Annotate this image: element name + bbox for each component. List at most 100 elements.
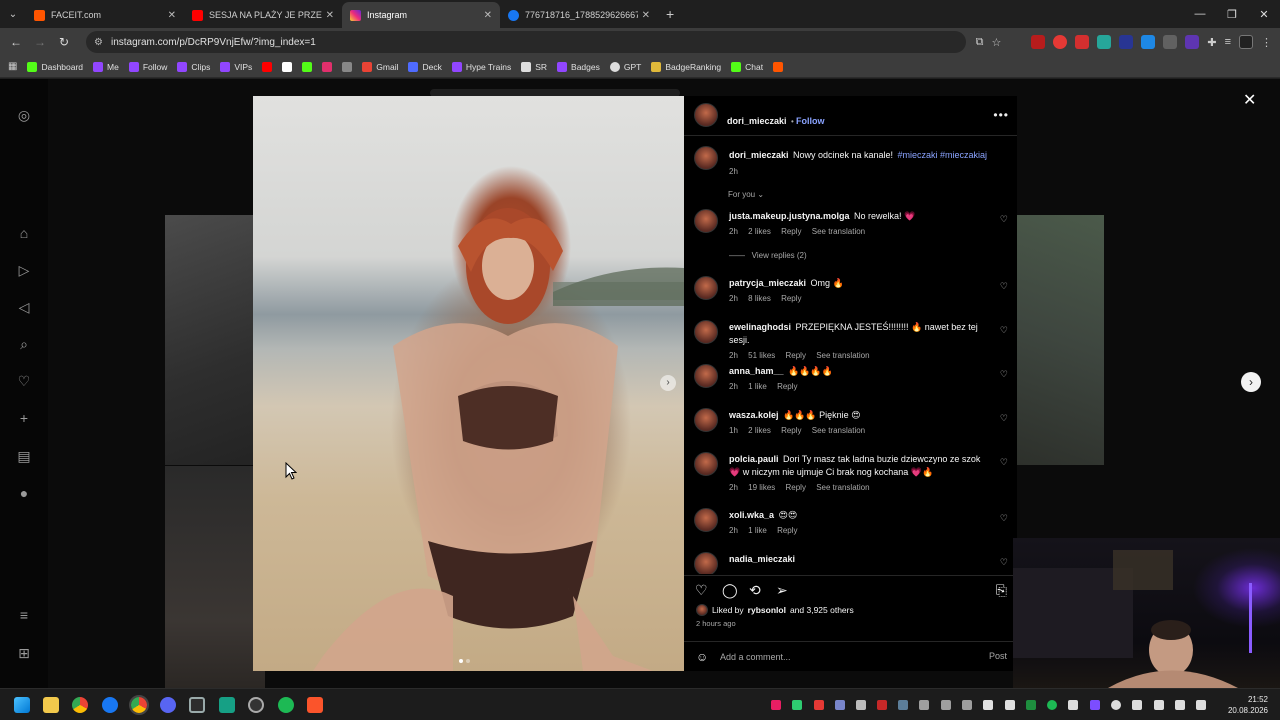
bookmark-link-icon[interactable]	[342, 61, 353, 72]
bookmark-item[interactable]: SR	[521, 61, 547, 72]
share-send-icon[interactable]: ➢	[776, 582, 788, 599]
close-modal-icon[interactable]: ✕	[1243, 90, 1256, 110]
see-translation-button[interactable]: See translation	[816, 351, 869, 360]
liker-username[interactable]: rybsonlol	[748, 605, 786, 615]
forward-icon[interactable]: →	[28, 35, 52, 49]
tray-icon[interactable]	[962, 700, 972, 710]
next-post-preview[interactable]	[1017, 215, 1104, 465]
chrome-icon[interactable]	[72, 697, 88, 713]
windows-start-icon[interactable]	[14, 697, 30, 713]
bookmark-item[interactable]: VIPs	[220, 61, 252, 72]
bookmark-instagram-icon[interactable]	[322, 61, 333, 72]
menu-icon[interactable]: ≡	[16, 607, 32, 623]
commenter-avatar[interactable]	[694, 320, 718, 344]
bookmark-item[interactable]: Clips	[177, 61, 210, 72]
spotify-tray-icon[interactable]	[1047, 700, 1057, 710]
tab-facebook[interactable]: 776718716_1788529626667560 ✕	[500, 2, 658, 28]
bookmark-item[interactable]: Chat	[731, 61, 763, 72]
caption-username[interactable]: dori_mieczaki	[729, 150, 789, 160]
commenter-username[interactable]: xoli.wka_a	[729, 510, 774, 520]
extension-icon[interactable]	[1185, 35, 1200, 49]
reload-icon[interactable]: ↻	[52, 35, 76, 49]
commenter-avatar[interactable]	[694, 408, 718, 432]
previous-post-preview[interactable]	[165, 215, 265, 465]
bookmark-x-icon[interactable]	[282, 61, 293, 72]
comment-likes[interactable]: 51 likes	[748, 351, 775, 360]
repost-icon[interactable]: ⟲	[749, 582, 761, 599]
instagram-logo-icon[interactable]: ◎	[16, 107, 32, 123]
new-tab-button[interactable]: +	[666, 6, 674, 22]
tray-icon[interactable]	[1111, 700, 1121, 710]
messages-icon[interactable]: ◁	[16, 299, 32, 315]
reply-button[interactable]: Reply	[781, 426, 801, 435]
tray-icon[interactable]	[792, 700, 802, 710]
notifications-heart-icon[interactable]: ♡	[16, 373, 32, 389]
extension-icon[interactable]	[1031, 35, 1046, 49]
app-icon[interactable]	[189, 697, 205, 713]
commenter-avatar[interactable]	[694, 364, 718, 388]
reply-button[interactable]: Reply	[777, 382, 797, 391]
liked-by-line[interactable]: Liked by rybsonlol and 3,925 others	[696, 604, 854, 616]
see-translation-button[interactable]: See translation	[812, 426, 865, 435]
extension-icon[interactable]	[1141, 35, 1156, 49]
bookmark-item[interactable]: Deck	[408, 61, 442, 72]
home-icon[interactable]: ⌂	[16, 225, 32, 241]
network-icon[interactable]	[1132, 700, 1142, 710]
reels-icon[interactable]: ▷	[16, 262, 32, 278]
like-comment-heart-icon[interactable]: ♡	[1000, 214, 1008, 225]
tab-faceit[interactable]: FACEIT.com ✕	[26, 2, 184, 28]
see-translation-button[interactable]: See translation	[812, 227, 865, 236]
close-window-icon[interactable]: ✕	[1248, 0, 1280, 28]
comment-sort-dropdown[interactable]: For you ⌄	[728, 190, 764, 199]
close-tab-icon[interactable]: ✕	[326, 10, 334, 21]
reply-button[interactable]: Reply	[786, 351, 806, 360]
view-replies-button[interactable]: —— View replies (2)	[729, 251, 807, 260]
commenter-username[interactable]: ewelinaghodsi	[729, 322, 791, 332]
more-options-icon[interactable]: •••	[993, 108, 1009, 122]
spotify-icon[interactable]	[278, 697, 294, 713]
tray-icon[interactable]	[1068, 700, 1078, 710]
like-comment-heart-icon[interactable]: ♡	[1000, 325, 1008, 336]
commenter-username[interactable]: patrycja_mieczaki	[729, 278, 806, 288]
maximize-icon[interactable]: ❐	[1216, 0, 1248, 28]
like-comment-heart-icon[interactable]: ♡	[1000, 369, 1008, 380]
tray-icon[interactable]	[983, 700, 993, 710]
tray-icon[interactable]	[835, 700, 845, 710]
comment-likes[interactable]: 1 like	[748, 382, 767, 391]
app-icon[interactable]	[248, 697, 264, 713]
caption-avatar[interactable]	[694, 146, 718, 170]
tray-icon[interactable]	[919, 700, 929, 710]
comment-likes[interactable]: 2 likes	[748, 426, 771, 435]
back-icon[interactable]: ←	[4, 35, 28, 49]
search-icon[interactable]: ⌕	[16, 336, 32, 352]
discord-icon[interactable]	[160, 697, 176, 713]
create-plus-icon[interactable]: +	[16, 410, 32, 426]
post-comment-button[interactable]: Post	[989, 651, 1007, 661]
commenter-username[interactable]: nadia_mieczaki	[729, 554, 795, 564]
facebook-app-icon[interactable]	[102, 697, 118, 713]
follow-button[interactable]: Follow	[796, 116, 825, 126]
comment-likes[interactable]: 1 like	[748, 526, 767, 535]
close-tab-icon[interactable]: ✕	[168, 10, 176, 21]
reply-button[interactable]: Reply	[781, 227, 801, 236]
bookmark-youtube-icon[interactable]	[262, 61, 273, 72]
like-comment-heart-icon[interactable]: ♡	[1000, 513, 1008, 524]
bookmark-item[interactable]: Follow	[128, 61, 167, 72]
reply-button[interactable]: Reply	[781, 294, 801, 303]
chrome-menu-icon[interactable]: ⋮	[1261, 36, 1272, 49]
bookmark-item[interactable]: Badges	[557, 61, 600, 72]
steam-icon[interactable]	[898, 700, 908, 710]
install-app-icon[interactable]: ⧉	[976, 36, 984, 49]
tray-icon[interactable]	[941, 700, 951, 710]
like-heart-icon[interactable]: ♡	[695, 582, 708, 599]
reply-button[interactable]: Reply	[777, 526, 797, 535]
tray-icon[interactable]	[856, 700, 866, 710]
caption-hashtags[interactable]: #mieczaki #mieczakiaj	[898, 150, 988, 160]
wifi-icon[interactable]	[1175, 700, 1185, 710]
commenter-avatar[interactable]	[694, 552, 718, 574]
next-image-arrow-icon[interactable]: ›	[660, 375, 676, 391]
bookmark-item[interactable]: Gmail	[362, 61, 398, 72]
profile-avatar[interactable]	[1239, 35, 1253, 49]
like-comment-heart-icon[interactable]: ♡	[1000, 457, 1008, 468]
file-explorer-icon[interactable]	[43, 697, 59, 713]
